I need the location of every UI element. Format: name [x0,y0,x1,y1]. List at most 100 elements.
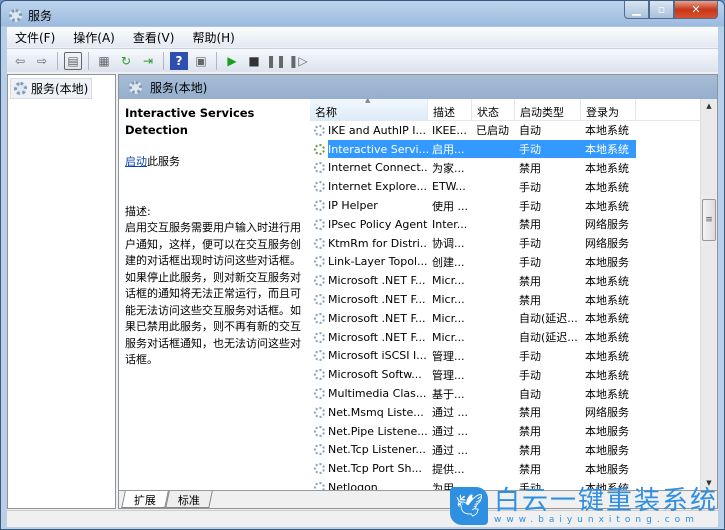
cell-name: Microsoft .NET F... [310,293,428,306]
table-row[interactable]: Microsoft Softw... 管理... 手动 本地系统 [310,365,717,384]
menu-file[interactable]: 文件(F) [15,29,55,46]
cell: 本地系统 [585,368,629,382]
table-row[interactable]: IKE and AuthIP I... IKEE... 已启动 自动 本地系统 [310,121,717,140]
cell: 网络服务 [585,406,629,420]
table-row[interactable]: Microsoft .NET F... Micr... 禁用 本地系统 [310,271,717,290]
cell: 创建... [432,255,465,269]
refresh-icon[interactable]: ↻ [117,52,135,70]
table-row[interactable]: Net.Tcp Port Sh... 提供... 禁用 本地服务 [310,459,717,478]
cell-name: IKE and AuthIP I... [310,124,428,137]
cell: 手动 [515,140,581,159]
cell: 本地服务 [585,462,629,476]
cell-name: Microsoft .NET F... [310,312,428,325]
cell: 本地服务 [585,443,629,457]
cell: 本地系统 [585,387,629,401]
start-service-link[interactable]: 启动 [125,155,147,168]
start-suffix: 此服务 [147,155,180,168]
resume-icon[interactable]: ❚▷ [288,52,307,70]
cell: 提供... [432,462,465,476]
watermark-url: www.baiyunxitong.com [493,515,699,525]
help-icon[interactable]: ? [170,51,188,70]
back-icon[interactable]: ⇦ [11,52,29,70]
menu-view[interactable]: 查看(V) [133,29,175,46]
column-startup-type[interactable]: 启动类型 [515,99,581,120]
table-row[interactable]: IP Helper 使用 ... 手动 本地系统 [310,196,717,215]
cell: IKEE... [432,123,467,137]
gear-icon [14,82,27,95]
cell: 基于... [432,387,465,401]
table-row[interactable]: Internet Explore... ETW... 手动 本地系统 [310,177,717,196]
cell: 禁用 [519,406,541,420]
cell: 本地系统 [585,331,629,345]
service-gear-icon [314,388,325,400]
tree-item-label: 服务(本地) [31,82,89,96]
column-name[interactable]: 名称 ▲ [310,99,428,120]
cell-name: KtmRm for Distri... [310,237,428,250]
table-row[interactable]: Microsoft .NET F... Micr... 自动(延迟... 本地系统 [310,328,717,347]
close-button[interactable]: ✕ [674,1,718,19]
pane-title: 服务(本地) [150,80,208,95]
cell: 禁用 [519,161,541,175]
service-gear-icon [314,218,325,230]
cell: 通过 ... [432,425,468,439]
table-row[interactable]: Interactive Servi... 启用... 手动 本地系统 [310,140,717,159]
column-status[interactable]: 状态 [472,99,515,120]
service-gear-icon [314,237,325,249]
cell: 本地系统 [585,312,629,326]
cell: 已启动 [476,124,509,138]
column-logon-as[interactable]: 登录为 [581,99,636,120]
column-description[interactable]: 描述 [428,99,472,120]
services-window: 服务 ▁ ▫ ✕ 文件(F) 操作(A) 查看(V) 帮助(H) ⇦ ⇨ ▤ ▦… [0,0,725,530]
cell: 网络服务 [585,218,629,232]
cell-name: Internet Connect... [310,161,428,174]
table-row[interactable]: Multimedia Clas... 基于... 自动 本地系统 [310,384,717,403]
tab-standard[interactable]: 标准 [165,491,213,508]
cell: 禁用 [519,462,541,476]
properties-icon[interactable]: ▦ [95,52,113,70]
cell: 本地系统 [585,180,629,194]
cell: 手动 [519,199,541,213]
table-row[interactable]: KtmRm for Distri... 协调... 手动 网络服务 [310,234,717,253]
table-row[interactable]: Net.Msmq Liste... 通过 ... 禁用 网络服务 [310,403,717,422]
cell: 禁用 [519,293,541,307]
show-hide-icon[interactable]: ▣ [192,52,210,70]
menu-action[interactable]: 操作(A) [73,29,115,46]
cell: 本地系统 [585,199,629,213]
export-icon[interactable]: ⇥ [139,52,157,70]
cell-name: Microsoft .NET F... [310,331,428,344]
vertical-scrollbar[interactable]: ▲ ≡ ▼ [700,99,717,490]
maximize-button[interactable]: ▫ [649,1,674,19]
table-row[interactable]: Microsoft .NET F... Micr... 自动(延迟... 本地系统 [310,309,717,328]
cell-name: Net.Pipe Listene... [310,425,428,438]
menu-help[interactable]: 帮助(H) [192,29,234,46]
cell: 自动(延迟... [519,312,578,326]
service-gear-icon [314,331,325,343]
service-gear-icon [314,350,325,362]
minimize-button[interactable]: ▁ [624,1,649,19]
table-row[interactable]: Microsoft iSCSI I... 管理... 手动 本地系统 [310,347,717,366]
play-icon[interactable]: ▶ [223,52,241,70]
tree-item-services-local[interactable]: 服务(本地) [10,78,93,99]
tab-extended[interactable]: 扩展 [121,491,169,508]
table-row[interactable]: IPsec Policy Agent Inter... 禁用 网络服务 [310,215,717,234]
scroll-up-arrow[interactable]: ▲ [701,102,717,110]
table-row[interactable]: Internet Connect... 为家... 禁用 本地系统 [310,159,717,178]
table-row[interactable]: Link-Layer Topol... 创建... 手动 本地服务 [310,253,717,272]
cell-name: IP Helper [310,199,428,212]
service-gear-icon [314,482,325,490]
window-title: 服务 [28,8,53,23]
scroll-thumb[interactable]: ≡ [702,199,716,241]
stop-icon[interactable]: ■ [245,52,263,70]
service-gear-icon [314,275,325,287]
table-row[interactable]: Net.Tcp Listener... 通过 ... 禁用 本地服务 [310,441,717,460]
table-row[interactable]: Microsoft .NET F... Micr... 禁用 本地系统 [310,290,717,309]
cell-name: Link-Layer Topol... [310,255,428,268]
cell: 本地系统 [585,124,629,138]
cell-name: Microsoft .NET F... [310,274,428,287]
console-tree-icon[interactable]: ▤ [64,51,82,70]
table-row[interactable]: Net.Pipe Listene... 通过 ... 禁用 本地服务 [310,422,717,441]
service-gear-icon [314,406,325,418]
forward-icon[interactable]: ⇨ [33,52,51,70]
pause-icon[interactable]: ❚❚ [266,52,286,70]
cell: 管理... [432,349,465,363]
